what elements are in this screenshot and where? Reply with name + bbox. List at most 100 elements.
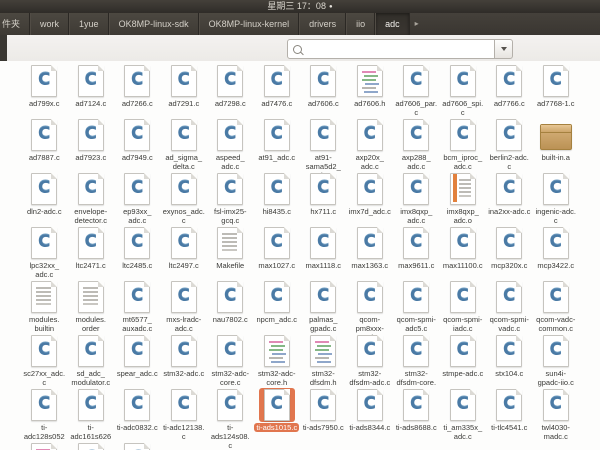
file-item[interactable]: Cmax1118.c [300, 226, 347, 280]
file-item[interactable]: Cti-adc0832.c [114, 388, 161, 442]
file-item[interactable]: Cimx7d_adc.c [347, 172, 394, 226]
file-item[interactable]: stm32-dfsdm.h [300, 334, 347, 388]
file-item[interactable]: Chx711.c [300, 172, 347, 226]
file-item[interactable]: Clpc32xx_adc.c [21, 226, 68, 280]
file-item[interactable]: Cenvelope-detector.c [68, 172, 115, 226]
breadcrumb-OK8MP-linux-kernel[interactable]: OK8MP-linux-kernel [199, 13, 300, 35]
file-item[interactable]: stm32-adc-core.h [254, 334, 301, 388]
breadcrumb-adc[interactable]: adc [375, 13, 410, 35]
breadcrumb-件夹[interactable]: 件夹 [0, 13, 30, 35]
file-item[interactable]: Cpalmas_gpadc.c [300, 280, 347, 334]
file-item[interactable]: Csun4i-gpadc-iio.c [533, 334, 580, 388]
file-item[interactable]: Cbcm_iproc_adc.c [440, 118, 487, 172]
file-item[interactable]: Cmax1363.c [347, 226, 394, 280]
file-item[interactable]: Cad7291.c [161, 64, 208, 118]
breadcrumb-work[interactable]: work [30, 13, 69, 35]
file-item[interactable]: Cberlin2-adc.c [486, 118, 533, 172]
file-item[interactable]: Cad7606.c [300, 64, 347, 118]
file-item[interactable]: Cti-adc161s626.c [68, 388, 115, 442]
clock-indicator[interactable]: 星期三 17：08● [267, 1, 332, 11]
file-item[interactable]: Cti-ads124s08.c [207, 388, 254, 442]
file-item[interactable]: Cnau7802.c [207, 280, 254, 334]
breadcrumb-1yue[interactable]: 1yue [69, 13, 109, 35]
file-item[interactable]: Csd_adc_modulator.c [68, 334, 115, 388]
file-item[interactable]: Cmax9611.c [393, 226, 440, 280]
file-item[interactable]: Cqcom-spmi-vadc.c [486, 280, 533, 334]
file-item[interactable]: Cqcom-spmi-adc5.c [393, 280, 440, 334]
file-item[interactable] [21, 442, 68, 450]
breadcrumb-iio[interactable]: iio [346, 13, 375, 35]
file-item[interactable]: Cad7887.c [21, 118, 68, 172]
file-item[interactable]: Cstm32-adc-core.c [207, 334, 254, 388]
file-item[interactable]: imx8qxp_adc.o [440, 172, 487, 226]
file-item[interactable]: Csc27xx_adc.c [21, 334, 68, 388]
file-item[interactable]: Cad7768-1.c [533, 64, 580, 118]
file-item[interactable]: Cltc2497.c [161, 226, 208, 280]
file-item[interactable]: Cqcom-pm8xxx-xoadc.c [347, 280, 394, 334]
file-item[interactable]: Cmxs-lradc-adc.c [161, 280, 208, 334]
file-item[interactable]: Chi8435.c [254, 172, 301, 226]
file-item[interactable]: Caxp288_adc.c [393, 118, 440, 172]
file-item[interactable]: Cfsl-imx25-gcq.c [207, 172, 254, 226]
file-item[interactable]: Makefile [207, 226, 254, 280]
file-item[interactable]: Cina2xx-adc.c [486, 172, 533, 226]
path-overflow-arrow-icon[interactable]: ▸ [410, 13, 424, 35]
file-item[interactable]: C [114, 442, 161, 450]
file-item[interactable]: Caxp20x_adc.c [347, 118, 394, 172]
file-item[interactable]: Cti-adc128s052.c [21, 388, 68, 442]
breadcrumb-OK8MP-linux-sdk[interactable]: OK8MP-linux-sdk [109, 13, 199, 35]
file-item[interactable]: Cad7476.c [254, 64, 301, 118]
file-item[interactable]: Cqcom-spmi-iadc.c [440, 280, 487, 334]
file-item[interactable]: Cad7266.c [114, 64, 161, 118]
search-input[interactable] [306, 42, 494, 56]
file-item[interactable]: Cltc2485.c [114, 226, 161, 280]
file-item[interactable]: Cspear_adc.c [114, 334, 161, 388]
file-item[interactable]: Cad799x.c [21, 64, 68, 118]
file-item[interactable]: Cmax11100.c [440, 226, 487, 280]
file-item[interactable]: Cdln2-adc.c [21, 172, 68, 226]
file-item[interactable]: Cltc2471.c [68, 226, 115, 280]
file-item[interactable]: Cstmpe-adc.c [440, 334, 487, 388]
file-item[interactable]: Cat91-sama5d2_adc.c [300, 118, 347, 172]
file-item[interactable]: Cmax1027.c [254, 226, 301, 280]
breadcrumb-drivers[interactable]: drivers [299, 13, 346, 35]
file-item[interactable]: Cad7124.c [68, 64, 115, 118]
file-item[interactable]: ad7606.h [347, 64, 394, 118]
file-item[interactable]: Cstm32-dfsdm-core.c [393, 334, 440, 388]
file-item[interactable]: Cti_am335x_adc.c [440, 388, 487, 442]
search-dropdown-button[interactable] [494, 39, 513, 59]
file-item[interactable]: Cti-tlc4541.c [486, 388, 533, 442]
file-item[interactable]: Cmcp320x.c [486, 226, 533, 280]
file-item[interactable]: Cad7923.c [68, 118, 115, 172]
file-item[interactable]: Cad_sigma_delta.c [161, 118, 208, 172]
file-item[interactable]: Cti-adc12138.c [161, 388, 208, 442]
file-item[interactable]: Cti-ads8688.c [393, 388, 440, 442]
text-file-icon [31, 281, 57, 313]
file-item[interactable]: Caspeed_adc.c [207, 118, 254, 172]
file-item[interactable]: Cep93xx_adc.c [114, 172, 161, 226]
file-item[interactable]: Cad7298.c [207, 64, 254, 118]
file-item[interactable]: built-in.a [533, 118, 580, 172]
file-item[interactable]: Cqcom-vadc-common.c [533, 280, 580, 334]
file-item[interactable]: Cat91_adc.c [254, 118, 301, 172]
file-item[interactable]: Cad7766.c [486, 64, 533, 118]
file-item[interactable]: Cti-ads1015.c [254, 388, 301, 442]
file-item[interactable]: modules.builtin [21, 280, 68, 334]
file-item[interactable]: Cexynos_adc.c [161, 172, 208, 226]
file-item[interactable]: C [68, 442, 115, 450]
file-item[interactable]: modules.order [68, 280, 115, 334]
file-item[interactable]: Cingenic-adc.c [533, 172, 580, 226]
file-item[interactable]: Cad7949.c [114, 118, 161, 172]
file-item[interactable]: Cmt6577_auxadc.c [114, 280, 161, 334]
file-item[interactable]: Cmcp3422.c [533, 226, 580, 280]
file-item[interactable]: Cti-ads8344.c [347, 388, 394, 442]
file-item[interactable]: Cstx104.c [486, 334, 533, 388]
file-item[interactable]: Cad7606_par.c [393, 64, 440, 118]
file-item[interactable]: Cimx8qxp_adc.c [393, 172, 440, 226]
file-item[interactable]: Cstm32-adc.c [161, 334, 208, 388]
file-item[interactable]: Cti-ads7950.c [300, 388, 347, 442]
file-item[interactable]: Cstm32-dfsdm-adc.c [347, 334, 394, 388]
file-item[interactable]: Cad7606_spi.c [440, 64, 487, 118]
file-item[interactable]: Ctwl4030-madc.c [533, 388, 580, 442]
file-item[interactable]: Cnpcm_adc.c [254, 280, 301, 334]
